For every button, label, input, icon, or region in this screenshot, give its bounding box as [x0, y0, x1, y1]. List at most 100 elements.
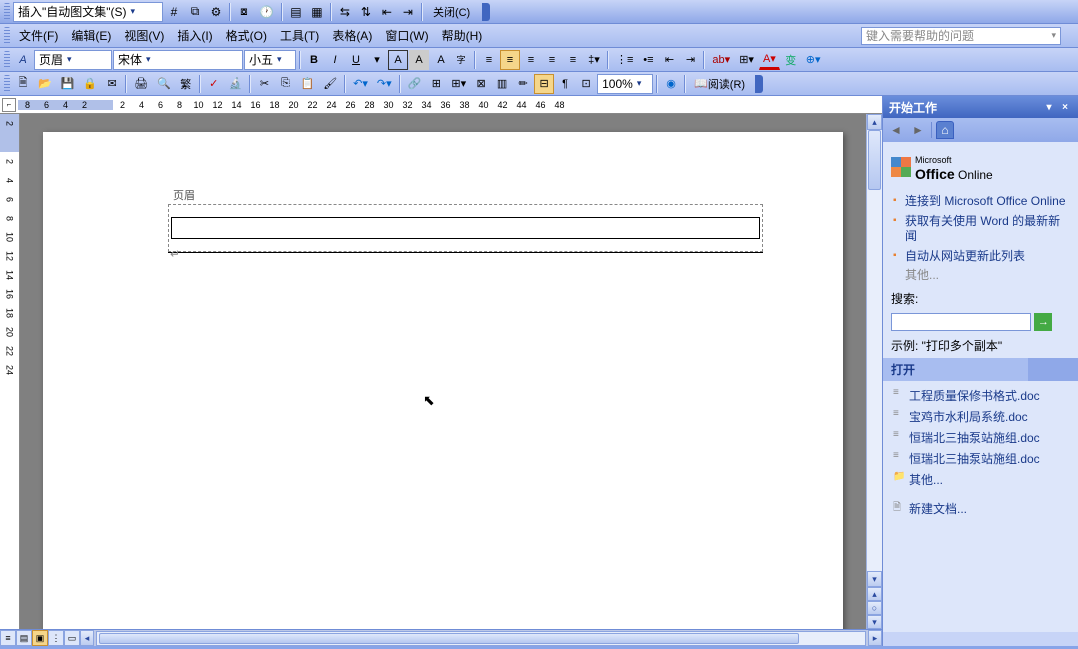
browse-prev-icon[interactable]: ▴: [867, 587, 882, 601]
header-table[interactable]: [171, 217, 760, 239]
numbering-icon[interactable]: ⋮≡: [612, 50, 637, 70]
date-icon[interactable]: ⧇: [234, 2, 254, 22]
toolbar-end-grip[interactable]: [482, 3, 490, 21]
menu-help[interactable]: 帮助(H): [436, 25, 489, 46]
asian-layout-icon[interactable]: 变: [781, 50, 801, 70]
research-icon[interactable]: 🔬: [225, 74, 247, 94]
document-area[interactable]: 页眉 ↵ ⬉: [20, 114, 866, 629]
redo-icon[interactable]: ↷▾: [373, 74, 396, 94]
link-update[interactable]: 自动从网站更新此列表: [891, 247, 1070, 267]
char-border-icon[interactable]: A: [388, 50, 408, 70]
style-dropdown[interactable]: 页眉▾: [34, 50, 112, 70]
print-view-icon[interactable]: ▣: [32, 630, 48, 646]
phonetic-icon[interactable]: ⊕▾: [802, 50, 825, 70]
taskpane-fwd-icon[interactable]: ►: [909, 121, 927, 139]
more-docs[interactable]: 其他...: [891, 469, 1070, 490]
read-mode-button[interactable]: 📖 阅读(R): [689, 74, 750, 94]
underline-style-icon[interactable]: ▾: [367, 50, 387, 70]
scroll-thumb[interactable]: [868, 130, 881, 190]
print-preview-icon[interactable]: 🔍: [153, 74, 175, 94]
open-icon[interactable]: 📂: [34, 74, 56, 94]
highlight-icon[interactable]: ab▾: [708, 50, 734, 70]
pinyin-guide-icon[interactable]: 字: [451, 50, 471, 70]
time-icon[interactable]: 🕐: [255, 2, 278, 22]
toolbar-grip[interactable]: [4, 3, 10, 21]
cut-icon[interactable]: ✂: [254, 74, 274, 94]
taskpane-dropdown-icon[interactable]: ▾: [1042, 100, 1056, 114]
bold-icon[interactable]: B: [304, 50, 324, 70]
prev-section-icon[interactable]: ⇤: [377, 2, 397, 22]
char-scale-icon[interactable]: A: [430, 50, 450, 70]
standard-grip[interactable]: [4, 75, 10, 93]
scroll-left-icon[interactable]: ◂: [80, 630, 94, 646]
page-setup-icon[interactable]: ▤: [286, 2, 306, 22]
browse-object-icon[interactable]: ○: [867, 601, 882, 615]
recent-doc[interactable]: 工程质量保修书格式.doc: [891, 385, 1070, 406]
align-left-icon[interactable]: ≡: [479, 50, 499, 70]
bullets-icon[interactable]: •≡: [638, 50, 658, 70]
vertical-ruler[interactable]: 224681012141618202224: [0, 114, 20, 629]
scroll-right-icon[interactable]: ▸: [868, 630, 882, 646]
columns-icon[interactable]: ▥: [492, 74, 512, 94]
char-shading-icon[interactable]: A: [409, 50, 429, 70]
search-input[interactable]: [891, 313, 1031, 331]
taskpane-close-icon[interactable]: ×: [1058, 100, 1072, 114]
standard-end-grip[interactable]: [755, 75, 763, 93]
horizontal-ruler[interactable]: ⌐ 86422468101214161820222426283032343638…: [0, 96, 882, 114]
scroll-h-thumb[interactable]: [99, 633, 799, 644]
insert-table-icon[interactable]: ⊞▾: [447, 74, 470, 94]
recent-doc[interactable]: 恒瑞北三抽泵站施组.doc: [891, 448, 1070, 469]
styles-pane-icon[interactable]: A: [13, 50, 33, 70]
vertical-scrollbar[interactable]: ▴ ▾ ▴ ○ ▾: [866, 114, 882, 629]
undo-icon[interactable]: ↶▾: [349, 74, 372, 94]
link-more[interactable]: 其他...: [891, 266, 1070, 286]
help-search-input[interactable]: 键入需要帮助的问题 ▾: [861, 27, 1061, 45]
link-connect[interactable]: 连接到 Microsoft Office Online: [891, 192, 1070, 212]
underline-icon[interactable]: U: [346, 50, 366, 70]
menu-window[interactable]: 窗口(W): [379, 25, 434, 46]
decrease-indent-icon[interactable]: ⇤: [659, 50, 679, 70]
permission-icon[interactable]: 🔒: [79, 74, 101, 94]
align-distribute-icon[interactable]: ≡: [563, 50, 583, 70]
font-size-dropdown[interactable]: 小五▾: [244, 50, 296, 70]
doc-map-icon[interactable]: ⊟: [534, 74, 554, 94]
mail-icon[interactable]: ✉: [102, 74, 122, 94]
page-number-icon[interactable]: #: [164, 2, 184, 22]
menu-format[interactable]: 格式(O): [220, 25, 273, 46]
header-edit-region[interactable]: [168, 204, 763, 252]
tab-selector[interactable]: ⌐: [2, 98, 16, 112]
autotext-dropdown[interactable]: 插入"自动图文集"(S)▾: [13, 2, 163, 22]
format-page-number-icon[interactable]: ⚙: [206, 2, 226, 22]
taskpane-home-icon[interactable]: ⌂: [936, 121, 954, 139]
link-news[interactable]: 获取有关使用 Word 的最新新闻: [891, 212, 1070, 247]
line-spacing-icon[interactable]: ‡▾: [584, 50, 604, 70]
next-section-icon[interactable]: ⇥: [398, 2, 418, 22]
menubar-grip[interactable]: [4, 27, 10, 45]
increase-indent-icon[interactable]: ⇥: [680, 50, 700, 70]
taskpane-back-icon[interactable]: ◄: [887, 121, 905, 139]
browse-next-icon[interactable]: ▾: [867, 615, 882, 629]
recent-doc[interactable]: 恒瑞北三抽泵站施组.doc: [891, 427, 1070, 448]
close-header-footer-button[interactable]: 关闭(C): [426, 2, 477, 22]
spellcheck-icon[interactable]: ✓: [204, 74, 224, 94]
print-icon[interactable]: 🖨: [130, 74, 152, 94]
hyperlink-icon[interactable]: 🔗: [404, 74, 426, 94]
zoom-fit-icon[interactable]: ⊡: [576, 74, 596, 94]
format-painter-icon[interactable]: 🖌: [319, 74, 341, 94]
align-justify-icon[interactable]: ≡: [542, 50, 562, 70]
show-hide-icon[interactable]: ¶: [555, 74, 575, 94]
page-count-icon[interactable]: ⧉: [185, 2, 205, 22]
border-icon[interactable]: ⊞▾: [735, 50, 758, 70]
menu-insert[interactable]: 插入(I): [171, 25, 218, 46]
menu-tools[interactable]: 工具(T): [274, 25, 325, 46]
switch-header-footer-icon[interactable]: ⇅: [356, 2, 376, 22]
recent-doc[interactable]: 宝鸡市水利局系统.doc: [891, 406, 1070, 427]
reading-view-icon[interactable]: ▭: [64, 630, 80, 646]
drawing-icon[interactable]: ✏: [513, 74, 533, 94]
horizontal-scrollbar[interactable]: [96, 631, 866, 646]
menu-view[interactable]: 视图(V): [118, 25, 170, 46]
save-icon[interactable]: 💾: [57, 74, 79, 94]
font-dropdown[interactable]: 宋体▾: [113, 50, 243, 70]
show-hide-text-icon[interactable]: ▦: [307, 2, 327, 22]
align-center-icon[interactable]: ≡: [500, 50, 520, 70]
